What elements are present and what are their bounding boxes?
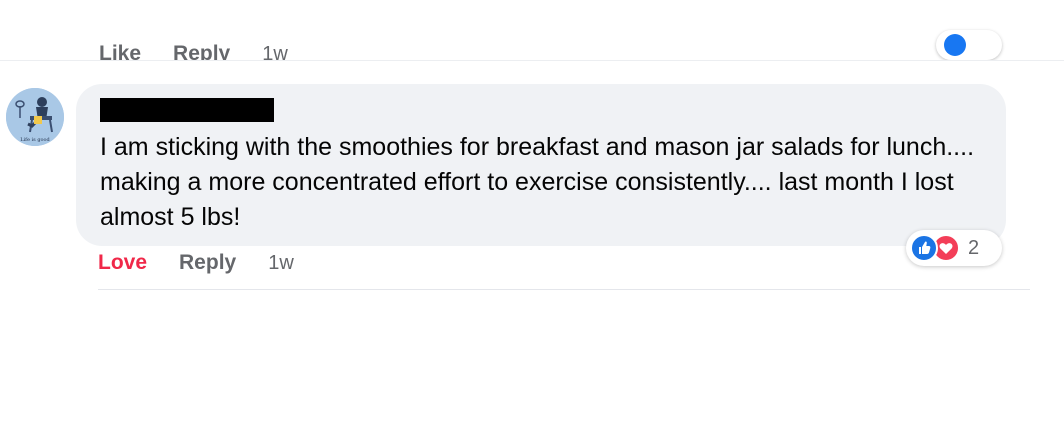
comment-text: I am sticking with the smoothies for bre… (100, 133, 975, 231)
previous-action-bar: Like Reply 1w (99, 42, 288, 61)
like-button[interactable]: Like (99, 42, 141, 60)
love-button[interactable]: Love (98, 251, 147, 275)
timestamp[interactable]: 1w (262, 43, 288, 61)
reply-button[interactable]: Reply (179, 251, 236, 275)
like-icon (944, 34, 966, 56)
comment-bubble: I am sticking with the smoothies for bre… (76, 84, 1006, 246)
previous-comment-actions: Like Reply 1w (0, 0, 1064, 61)
like-icon (910, 234, 938, 262)
divider (98, 289, 1030, 290)
timestamp[interactable]: 1w (268, 252, 294, 275)
reply-button[interactable]: Reply (173, 42, 230, 60)
reaction-summary[interactable] (936, 30, 1002, 60)
avatar[interactable]: Life is good (6, 88, 64, 146)
comment-action-bar: Love Reply 1w (98, 251, 294, 275)
avatar-caption: Life is good (20, 137, 50, 143)
avatar-image: Life is good (6, 88, 64, 146)
redacted-author-name[interactable] (100, 98, 274, 122)
reaction-summary[interactable]: 2 (906, 230, 1002, 266)
reaction-count: 2 (968, 237, 980, 259)
